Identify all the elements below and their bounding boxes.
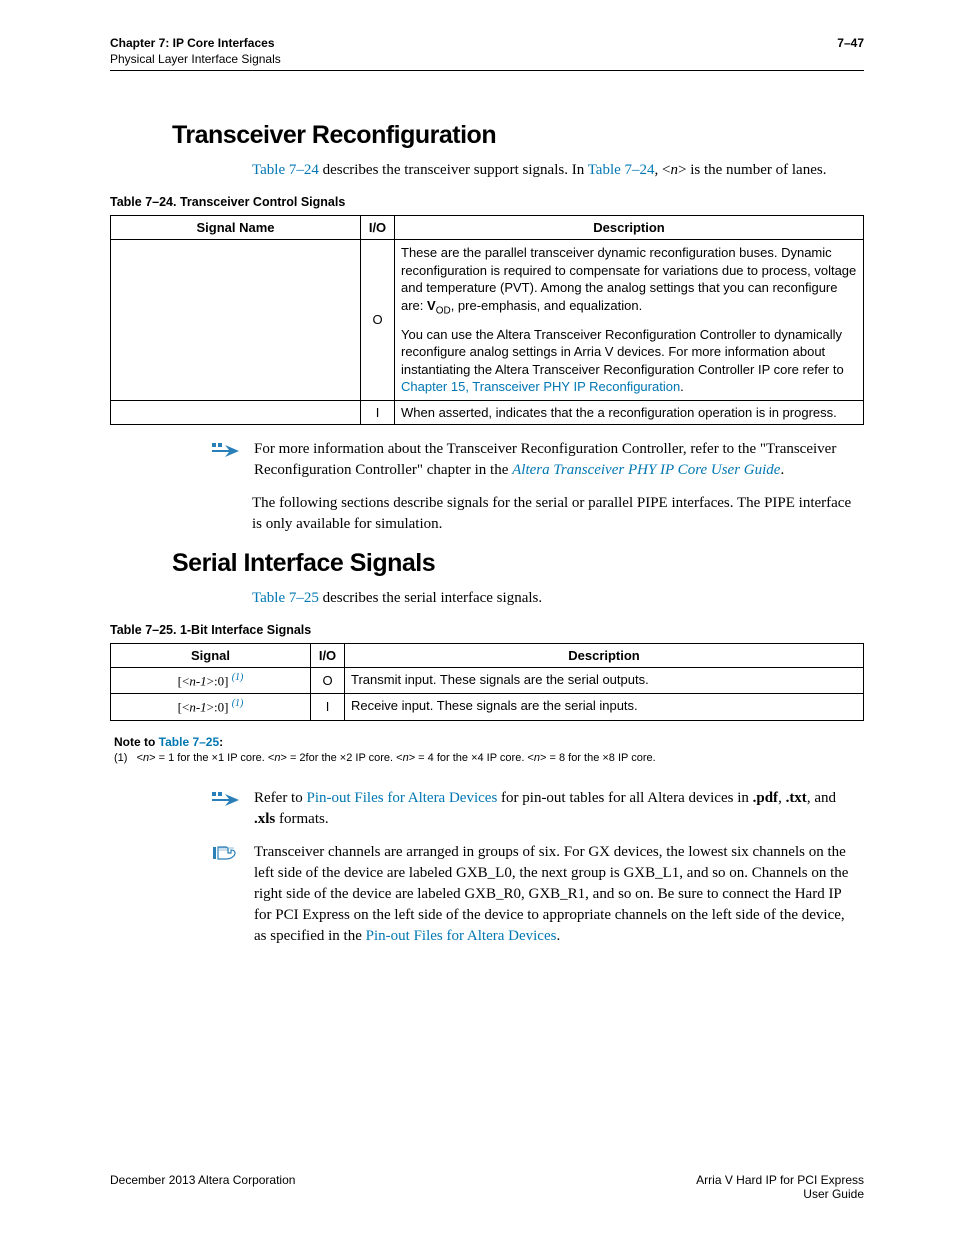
- cell-io: I: [311, 694, 345, 720]
- cell-signal-name: [111, 240, 361, 401]
- cell-signal: [<n-1>:0] (1): [111, 694, 311, 720]
- section-title-serial: Serial Interface Signals: [172, 549, 864, 578]
- th-io: I/O: [361, 216, 395, 240]
- footnote-link[interactable]: (1): [232, 698, 244, 709]
- note-text: For more information about the Transceiv…: [254, 439, 854, 481]
- hand-icon: [210, 842, 240, 862]
- cell-description: Receive input. These signals are the ser…: [345, 694, 864, 720]
- cell-io: O: [311, 667, 345, 693]
- section-title-transceiver: Transceiver Reconfiguration: [172, 121, 864, 150]
- link-table-7-25[interactable]: Table 7–25: [252, 590, 319, 606]
- table-header-row: Signal Name I/O Description: [111, 216, 864, 240]
- note-text: Refer to Pin-out Files for Altera Device…: [254, 788, 854, 830]
- th-signal-name: Signal Name: [111, 216, 361, 240]
- footnote-link[interactable]: (1): [232, 672, 244, 683]
- header-subtitle: Physical Layer Interface Signals: [110, 52, 864, 66]
- section1-intro: Table 7–24 describes the transceiver sup…: [252, 160, 854, 181]
- table-7-24-caption: Table 7–24. Transceiver Control Signals: [110, 195, 864, 209]
- footer-right: Arria V Hard IP for PCI Express User Gui…: [696, 1173, 864, 1201]
- footer-left: December 2013 Altera Corporation: [110, 1173, 295, 1201]
- page-number: 7–47: [837, 36, 864, 50]
- cell-io: I: [361, 400, 395, 424]
- th-description: Description: [395, 216, 864, 240]
- cell-signal-name: [111, 400, 361, 424]
- cell-io: O: [361, 240, 395, 401]
- link-table-7-25-note[interactable]: Table 7–25: [159, 735, 219, 749]
- th-signal: Signal: [111, 643, 311, 667]
- page-header: Chapter 7: IP Core Interfaces 7–47: [110, 36, 864, 50]
- table-note-body: (1) <n> = 1 for the ×1 IP core. <n> = 2f…: [114, 752, 864, 764]
- info-note: For more information about the Transceiv…: [210, 439, 854, 481]
- table-7-24: Signal Name I/O Description O These are …: [110, 215, 864, 425]
- cell-description: These are the parallel transceiver dynam…: [395, 240, 864, 401]
- link-phy-guide[interactable]: Altera Transceiver PHY IP Core User Guid…: [512, 462, 780, 478]
- hand-note: Transceiver channels are arranged in gro…: [210, 842, 854, 947]
- table-row: [<n-1>:0] (1) O Transmit input. These si…: [111, 667, 864, 693]
- table-7-25-caption: Table 7–25. 1-Bit Interface Signals: [110, 623, 864, 637]
- table-7-25: Signal I/O Description [<n-1>:0] (1) O T…: [110, 643, 864, 721]
- link-table-7-24-b[interactable]: Table 7–24: [588, 162, 655, 178]
- cell-description: Transmit input. These signals are the se…: [345, 667, 864, 693]
- cell-signal: [<n-1>:0] (1): [111, 667, 311, 693]
- table-row: I When asserted, indicates that the a re…: [111, 400, 864, 424]
- link-chapter-15[interactable]: Chapter 15, Transceiver PHY IP Reconfigu…: [401, 379, 680, 394]
- cell-description: When asserted, indicates that the a reco…: [395, 400, 864, 424]
- pipe-paragraph: The following sections describe signals …: [252, 493, 854, 535]
- table-header-row: Signal I/O Description: [111, 643, 864, 667]
- section2-intro: Table 7–25 describes the serial interfac…: [252, 588, 854, 609]
- arrow-icon: [210, 788, 240, 808]
- table-note-title: Note to Table 7–25:: [114, 735, 864, 749]
- th-io: I/O: [311, 643, 345, 667]
- link-pinout-files[interactable]: Pin-out Files for Altera Devices: [306, 790, 497, 806]
- link-pinout-files-b[interactable]: Pin-out Files for Altera Devices: [366, 928, 557, 944]
- table-row: O These are the parallel transceiver dyn…: [111, 240, 864, 401]
- arrow-icon: [210, 439, 240, 459]
- link-table-7-24[interactable]: Table 7–24: [252, 162, 319, 178]
- table-row: [<n-1>:0] (1) I Receive input. These sig…: [111, 694, 864, 720]
- th-description: Description: [345, 643, 864, 667]
- header-rule: [110, 70, 864, 71]
- info-note: Refer to Pin-out Files for Altera Device…: [210, 788, 854, 830]
- chapter-title: Chapter 7: IP Core Interfaces: [110, 36, 275, 50]
- page-footer: December 2013 Altera Corporation Arria V…: [110, 1173, 864, 1201]
- note-text: Transceiver channels are arranged in gro…: [254, 842, 854, 947]
